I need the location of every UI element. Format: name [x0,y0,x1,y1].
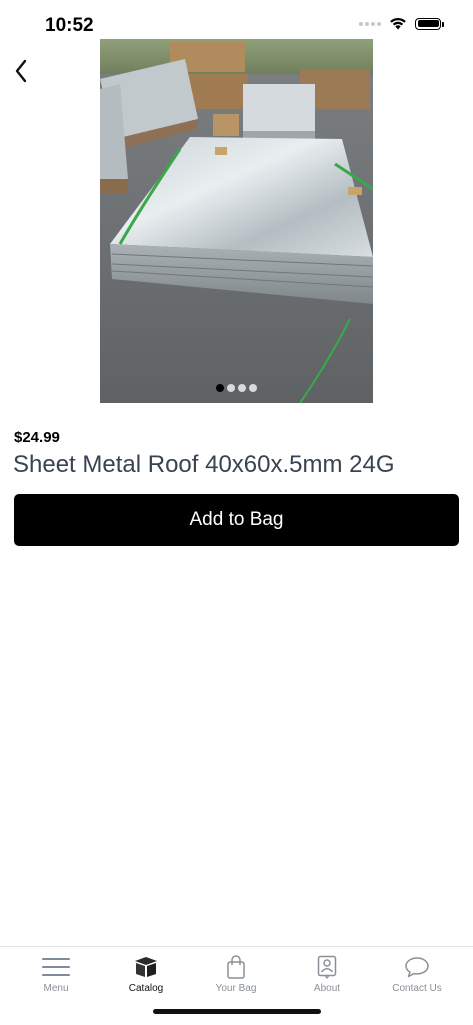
product-image-carousel[interactable] [100,39,373,403]
back-button[interactable] [6,56,36,86]
product-price: $24.99 [14,429,60,446]
tab-about[interactable]: About [282,947,372,997]
tab-label: Catalog [128,983,164,994]
contact-card-icon [317,955,337,979]
image-page-indicator[interactable] [100,384,373,392]
cellular-signal-icon [359,21,381,26]
status-bar: 10:52 [0,0,473,44]
tab-contact-us[interactable]: Contact Us [372,947,462,997]
menu-icon [42,958,70,976]
add-to-bag-button[interactable]: Add to Bag [14,494,459,546]
product-title: Sheet Metal Roof 40x60x.5mm 24G [13,451,395,478]
tab-menu[interactable]: Menu [11,947,101,997]
tab-label: Menu [43,983,69,994]
tab-your-bag[interactable]: Your Bag [191,947,281,997]
page-dot[interactable] [249,384,257,392]
status-icons [359,17,444,30]
shopping-bag-icon [227,955,245,979]
tab-label: Your Bag [215,983,257,994]
page-dot[interactable] [216,384,224,392]
tab-catalog[interactable]: Catalog [101,947,191,997]
home-indicator [153,1009,321,1014]
wifi-icon [390,17,406,30]
tab-label: About [313,983,341,994]
product-photo [100,39,373,403]
chevron-left-icon [15,59,27,83]
status-time: 10:52 [45,15,94,36]
speech-bubble-icon [405,957,429,978]
battery-icon [415,17,444,30]
catalog-box-icon [135,957,157,977]
tab-label: Contact Us [392,983,442,994]
page-dot[interactable] [238,384,246,392]
page-dot[interactable] [227,384,235,392]
